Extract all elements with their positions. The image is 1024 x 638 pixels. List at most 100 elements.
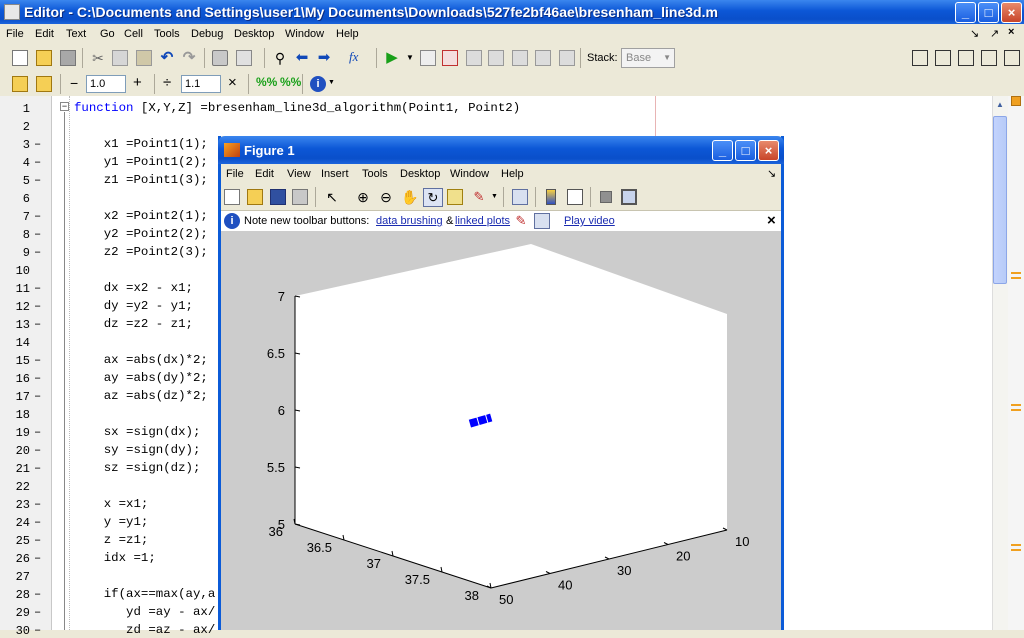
- info-dropdown-icon[interactable]: ▼: [328, 79, 335, 86]
- multiply-button[interactable]: ×: [228, 74, 237, 91]
- code-line[interactable]: az =abs(dz)*2;: [74, 389, 208, 403]
- legend-icon[interactable]: [567, 189, 583, 205]
- figure-maximize-button[interactable]: □: [735, 140, 756, 161]
- code-line[interactable]: y2 =Point2(2);: [74, 227, 208, 241]
- step-in-icon[interactable]: [488, 50, 504, 66]
- pan-icon[interactable]: ✋: [401, 189, 418, 205]
- menu-text[interactable]: Text: [66, 28, 86, 40]
- redo-icon[interactable]: ↷: [181, 50, 197, 66]
- undo-icon[interactable]: ↶: [159, 50, 175, 66]
- minimize-button[interactable]: _: [955, 2, 976, 23]
- clear-breakpoints-icon[interactable]: [442, 50, 458, 66]
- rotate-3d-icon[interactable]: ↻: [423, 188, 443, 207]
- print-preview-icon[interactable]: [236, 50, 252, 66]
- breakpoint-dash[interactable]: –: [34, 281, 41, 295]
- breakpoint-dash[interactable]: –: [34, 155, 41, 169]
- set-breakpoint-icon[interactable]: [420, 50, 436, 66]
- show-cell-titles-icon[interactable]: %%: [256, 75, 277, 89]
- breakpoint-dash[interactable]: –: [34, 353, 41, 367]
- warning-marker[interactable]: [1011, 272, 1021, 279]
- show-plot-tools-icon[interactable]: [621, 189, 637, 205]
- eval-cell-icon[interactable]: [36, 76, 52, 92]
- tile-grid-icon[interactable]: [912, 50, 928, 66]
- breakpoint-dash[interactable]: –: [34, 443, 41, 457]
- run-icon[interactable]: ▶: [384, 50, 400, 66]
- menu-desktop[interactable]: Desktop: [234, 28, 274, 40]
- breakpoint-dash[interactable]: –: [34, 533, 41, 547]
- float-icon[interactable]: [981, 50, 997, 66]
- tile-rows-icon[interactable]: [958, 50, 974, 66]
- linked-plots-link[interactable]: linked plots: [455, 215, 510, 227]
- find-icon[interactable]: ⚲: [272, 50, 288, 66]
- code-line[interactable]: sy =sign(dy);: [74, 443, 201, 457]
- tile-columns-icon[interactable]: [935, 50, 951, 66]
- breakpoint-dash[interactable]: –: [34, 209, 41, 223]
- close-button[interactable]: ×: [1001, 2, 1022, 23]
- code-line[interactable]: dx =x2 - x1;: [74, 281, 193, 295]
- breakpoint-dash[interactable]: –: [34, 605, 41, 619]
- brush-dropdown-icon[interactable]: ▼: [491, 193, 498, 200]
- dock-icon[interactable]: ↗: [990, 27, 999, 40]
- divide-button[interactable]: ÷: [163, 74, 171, 91]
- code-line[interactable]: if(ax==max(ay,a: [74, 587, 216, 601]
- plot-3d[interactable]: 55.566.57 3636.53737.538 1020304050: [221, 232, 781, 630]
- code-line[interactable]: x1 =Point1(1);: [74, 137, 208, 151]
- insert-cell-icon[interactable]: [12, 76, 28, 92]
- increment-value-input[interactable]: 1.0: [86, 75, 126, 93]
- code-line[interactable]: ay =abs(dy)*2;: [74, 371, 208, 385]
- warning-marker[interactable]: [1011, 404, 1021, 411]
- menu-window[interactable]: Window: [285, 28, 324, 40]
- editor-close-icon[interactable]: ×: [1008, 26, 1014, 38]
- menu-help[interactable]: Help: [336, 28, 359, 40]
- menu-tools[interactable]: Tools: [154, 28, 180, 40]
- code-line[interactable]: idx =1;: [74, 551, 156, 565]
- breakpoint-dash[interactable]: –: [34, 461, 41, 475]
- figure-undock-icon[interactable]: ↘: [767, 167, 776, 180]
- figure-save-icon[interactable]: [270, 189, 286, 205]
- code-line[interactable]: z2 =Point2(3);: [74, 245, 208, 259]
- figure-open-icon[interactable]: [247, 189, 263, 205]
- data-cursor-icon[interactable]: [447, 189, 463, 205]
- function-icon[interactable]: fx: [349, 49, 371, 65]
- figure-menu-desktop[interactable]: Desktop: [400, 168, 440, 180]
- step-icon[interactable]: [466, 50, 482, 66]
- breakpoint-dash[interactable]: –: [34, 371, 41, 385]
- breakpoint-dash[interactable]: –: [34, 389, 41, 403]
- code-line[interactable]: x2 =Point2(1);: [74, 209, 208, 223]
- breakpoint-dash[interactable]: –: [34, 587, 41, 601]
- brush-icon[interactable]: ✎: [471, 189, 487, 205]
- breakpoint-dash[interactable]: –: [34, 551, 41, 565]
- info-close-button[interactable]: ×: [767, 212, 776, 229]
- figure-new-icon[interactable]: [224, 189, 240, 205]
- stack-select[interactable]: Base ▼: [621, 48, 675, 68]
- code-line[interactable]: yd =ay - ax/: [74, 605, 215, 619]
- print-icon[interactable]: [212, 50, 228, 66]
- maximize-editor-icon[interactable]: [1004, 50, 1020, 66]
- code-line[interactable]: function [X,Y,Z] =bresenham_line3d_algor…: [74, 101, 520, 115]
- fold-toggle-icon[interactable]: −: [60, 102, 69, 111]
- zoom-out-icon[interactable]: ⊖: [378, 189, 394, 205]
- menu-go[interactable]: Go: [100, 28, 115, 40]
- warning-indicator-icon[interactable]: [1011, 96, 1021, 106]
- zoom-in-icon[interactable]: ⊕: [355, 189, 371, 205]
- figure-menu-help[interactable]: Help: [501, 168, 524, 180]
- breakpoint-dash[interactable]: –: [34, 137, 41, 151]
- code-line[interactable]: sz =sign(dz);: [74, 461, 201, 475]
- code-line[interactable]: z =z1;: [74, 533, 149, 547]
- undock-icon[interactable]: ↘: [970, 27, 979, 40]
- breakpoint-dash[interactable]: –: [34, 227, 41, 241]
- figure-print-icon[interactable]: [292, 189, 308, 205]
- code-line[interactable]: x =x1;: [74, 497, 149, 511]
- paste-icon[interactable]: [136, 50, 152, 66]
- figure-menu-file[interactable]: File: [226, 168, 244, 180]
- figure-menu-tools[interactable]: Tools: [362, 168, 388, 180]
- breakpoint-dash[interactable]: –: [34, 317, 41, 331]
- exit-debug-icon[interactable]: [559, 50, 575, 66]
- code-line[interactable]: dz =z2 - z1;: [74, 317, 193, 331]
- save-icon[interactable]: [60, 50, 76, 66]
- scrollbar-thumb[interactable]: [993, 116, 1007, 284]
- decrement-button[interactable]: −: [70, 75, 78, 91]
- factor-value-input[interactable]: 1.1: [181, 75, 221, 93]
- run-dropdown-icon[interactable]: ▼: [406, 53, 414, 62]
- code-line[interactable]: zd =az - ax/: [74, 623, 215, 637]
